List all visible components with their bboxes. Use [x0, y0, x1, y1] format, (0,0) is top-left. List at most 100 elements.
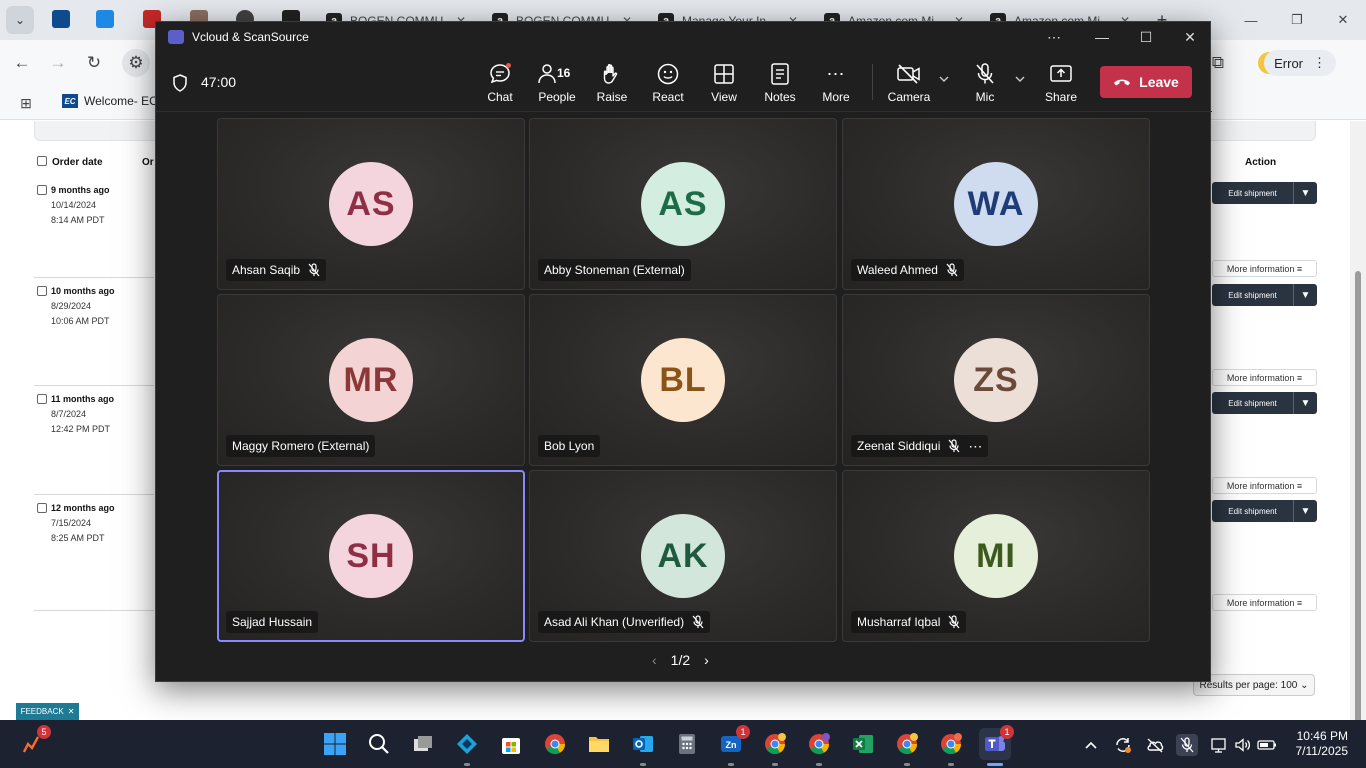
participant-tile[interactable]: MI Musharraf Iqbal [842, 470, 1150, 642]
more-information-button[interactable]: More information ≡ [1212, 369, 1317, 386]
reload-icon[interactable]: ↻ [80, 49, 108, 77]
close-icon[interactable]: ✕ [68, 707, 75, 716]
start-button[interactable] [319, 728, 351, 760]
avatar: MR [329, 338, 413, 422]
leave-button[interactable]: Leave [1100, 66, 1192, 98]
scrollbar-thumb[interactable] [1355, 271, 1361, 768]
mic-muted-tray-icon[interactable] [1176, 734, 1198, 756]
edit-shipment-button[interactable]: Edit shipment ▼ [1212, 392, 1317, 414]
feedback-button[interactable]: FEEDBACK ✕ [16, 703, 79, 720]
profile-error-button[interactable]: Error ⋮ [1264, 50, 1336, 76]
more-information-button[interactable]: More information ≡ [1212, 594, 1317, 611]
chat-button[interactable]: Chat [474, 62, 526, 104]
participant-tile-active[interactable]: SH Sajjad Hussain [217, 470, 525, 642]
row-checkbox[interactable] [37, 394, 47, 404]
teams-icon[interactable]: 1 [979, 725, 1014, 766]
zoho-icon[interactable]: Zn 1 [715, 725, 750, 766]
chevron-down-icon[interactable]: ▼ [1293, 392, 1317, 414]
site-info-icon[interactable]: ⚙ [122, 49, 150, 77]
chrome-profile-1-icon[interactable] [759, 728, 791, 766]
edit-shipment-button[interactable]: Edit shipment ▼ [1212, 182, 1317, 204]
shield-icon[interactable] [172, 74, 188, 92]
close-icon[interactable]: ✕ [1320, 0, 1366, 40]
back-icon[interactable]: ← [8, 49, 36, 77]
raise-hand-button[interactable]: Raise [586, 62, 638, 104]
calculator-icon[interactable] [671, 728, 703, 760]
task-view-icon[interactable] [407, 728, 439, 760]
people-button[interactable]: 16 People [531, 62, 583, 104]
edit-shipment-button[interactable]: Edit shipment ▼ [1212, 500, 1317, 522]
excel-icon[interactable] [847, 728, 879, 760]
row-divider [34, 277, 154, 278]
row-checkbox[interactable] [37, 286, 47, 296]
camera-options-chevron-icon[interactable] [938, 74, 950, 84]
maximize-icon[interactable]: ☐ [1124, 22, 1168, 52]
maximize-icon[interactable]: ❐ [1274, 0, 1320, 40]
participant-tile[interactable]: AS Abby Stoneman (External) [529, 118, 837, 290]
more-information-button[interactable]: More information ≡ [1212, 477, 1317, 494]
cloud-icon[interactable] [1144, 734, 1166, 756]
bookmark-welcome-ec[interactable]: EC Welcome- EC [62, 94, 158, 108]
chevron-down-icon[interactable]: ▼ [1293, 284, 1317, 306]
chrome-icon[interactable] [539, 728, 571, 760]
search-icon[interactable] [363, 728, 395, 760]
mic-button[interactable]: Mic [959, 62, 1011, 104]
app-diamond-icon[interactable] [451, 728, 483, 766]
network-icon[interactable] [1208, 734, 1230, 756]
participant-tile[interactable]: ZS Zeenat Siddiqui ⋯ [842, 294, 1150, 466]
avatar: BL [641, 338, 725, 422]
minimize-icon[interactable]: — [1080, 22, 1124, 52]
notes-button[interactable]: Notes [754, 62, 806, 104]
widgets-app[interactable]: 5 [16, 725, 51, 760]
apps-grid-icon[interactable]: ⊞ [12, 89, 40, 117]
row-checkbox[interactable] [37, 185, 47, 195]
more-options-icon[interactable]: ⋯ [1032, 22, 1076, 52]
row-checkbox[interactable] [37, 503, 47, 513]
kebab-menu-icon[interactable]: ⋮ [1313, 55, 1326, 71]
more-button[interactable]: ⋯ More [810, 62, 862, 105]
close-icon[interactable]: ✕ [1168, 22, 1212, 52]
view-button[interactable]: View [698, 62, 750, 104]
participant-tile[interactable]: AK Asad Ali Khan (Unverified) [529, 470, 837, 642]
svg-text:Zn: Zn [726, 740, 737, 750]
forward-icon[interactable]: → [44, 49, 72, 77]
sync-icon[interactable] [1112, 734, 1134, 756]
chevron-up-icon[interactable] [1080, 734, 1102, 756]
chrome-profile-4-icon[interactable] [935, 728, 967, 766]
battery-icon[interactable] [1256, 734, 1278, 756]
meeting-timer: 47:00 [201, 74, 237, 90]
people-icon: 16 [537, 62, 577, 86]
tab-search-button[interactable]: ⌄ [6, 6, 34, 34]
system-clock[interactable]: 10:46 PM 7/11/2025 [1284, 729, 1349, 759]
participant-nametag: Asad Ali Khan (Unverified) [538, 611, 711, 633]
select-all-checkbox[interactable] [37, 156, 47, 166]
react-button[interactable]: React [642, 62, 694, 104]
chevron-down-icon[interactable]: ▼ [1293, 182, 1317, 204]
page-scrollbar[interactable] [1350, 121, 1366, 768]
share-button[interactable]: Share [1035, 62, 1087, 104]
results-per-page-select[interactable]: Results per page: 100 ⌄ [1193, 674, 1315, 696]
more-information-button[interactable]: More information ≡ [1212, 260, 1317, 277]
mic-options-chevron-icon[interactable] [1014, 74, 1026, 84]
participant-tile[interactable]: AS Ahsan Saqib [217, 118, 525, 290]
chevron-left-icon[interactable]: ‹ [652, 652, 657, 668]
chevron-right-icon[interactable]: › [704, 652, 709, 668]
participant-tile[interactable]: BL Bob Lyon [529, 294, 837, 466]
chrome-profile-3-icon[interactable] [891, 728, 923, 766]
participant-tile[interactable]: WA Waleed Ahmed [842, 118, 1150, 290]
volume-icon[interactable] [1232, 734, 1254, 756]
minimize-icon[interactable]: — [1228, 0, 1274, 40]
ec-tab-icon[interactable] [52, 10, 70, 28]
participant-more-icon[interactable]: ⋯ [968, 438, 982, 455]
file-explorer-icon[interactable] [583, 728, 615, 760]
chevron-down-icon[interactable]: ▼ [1293, 500, 1317, 522]
edit-shipment-button[interactable]: Edit shipment ▼ [1212, 284, 1317, 306]
camera-button[interactable]: Camera [883, 62, 935, 104]
gallery-pager: ‹ 1/2 › [652, 652, 709, 668]
microsoft-store-icon[interactable] [495, 728, 527, 760]
outlook-icon[interactable] [627, 728, 659, 766]
chrome-profile-2-icon[interactable] [803, 728, 835, 766]
participant-tile[interactable]: MR Maggy Romero (External) [217, 294, 525, 466]
g-tab-icon[interactable] [96, 10, 114, 28]
hang-up-icon [1113, 77, 1131, 87]
